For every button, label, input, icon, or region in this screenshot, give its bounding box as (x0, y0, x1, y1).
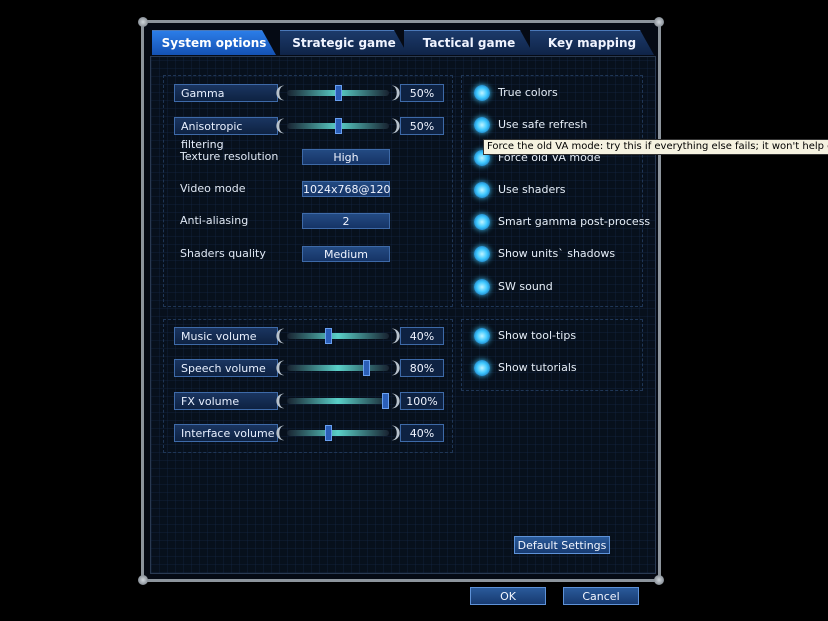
speech-volume-slider[interactable]: ❨ ❩ (273, 359, 403, 377)
sw-sound-checkbox[interactable] (474, 279, 490, 295)
gamma-value: 50% (400, 84, 444, 102)
true-colors-checkbox[interactable] (474, 85, 490, 101)
tab-system-options[interactable]: System options (152, 30, 276, 55)
slider-track (287, 365, 389, 371)
anisotropic-value: 50% (400, 117, 444, 135)
slider-track (287, 430, 389, 436)
slider-left-cap-icon: ❨ (273, 358, 287, 377)
slider-thumb[interactable] (382, 393, 389, 409)
interface-volume-slider[interactable]: ❨ ❩ (273, 424, 403, 442)
unit-shadows-checkbox[interactable] (474, 246, 490, 262)
slider-track (287, 398, 389, 404)
sw-sound-label: SW sound (498, 280, 553, 293)
music-volume-label: Music volume (174, 327, 278, 345)
texture-resolution-label: Texture resolution (180, 150, 279, 163)
shaders-quality-select[interactable]: Medium (302, 246, 390, 262)
cancel-button[interactable]: Cancel (563, 587, 639, 605)
frame-rivet-icon (138, 17, 148, 27)
show-tutorials-label: Show tutorials (498, 361, 577, 374)
slider-thumb[interactable] (325, 328, 332, 344)
shaders-quality-label: Shaders quality (180, 247, 266, 260)
music-volume-slider[interactable]: ❨ ❩ (273, 327, 403, 345)
gamma-label: Gamma (174, 84, 278, 102)
unit-shadows-label: Show units` shadows (498, 247, 616, 260)
speech-volume-value: 80% (400, 359, 444, 377)
tab-bar: System options Strategic game Tactical g… (150, 30, 656, 54)
slider-left-cap-icon: ❨ (273, 326, 287, 345)
slider-track (287, 333, 389, 339)
frame-rivet-icon (654, 575, 664, 585)
slider-left-cap-icon: ❨ (273, 116, 287, 135)
slider-thumb[interactable] (334, 118, 342, 134)
show-tooltips-checkbox[interactable] (474, 328, 490, 344)
show-tutorials-checkbox[interactable] (474, 360, 490, 376)
slider-left-cap-icon: ❨ (273, 83, 287, 102)
use-shaders-checkbox[interactable] (474, 182, 490, 198)
safe-refresh-checkbox[interactable] (474, 117, 490, 133)
fx-volume-slider[interactable]: ❨ ❩ (273, 392, 403, 410)
speech-volume-label: Speech volume (174, 359, 278, 377)
ok-button[interactable]: OK (470, 587, 546, 605)
anisotropic-label: Anisotropic filtering (174, 117, 278, 151)
use-shaders-label: Use shaders (498, 183, 566, 196)
slider-thumb[interactable] (363, 360, 370, 376)
frame-rivet-icon (138, 575, 148, 585)
slider-thumb[interactable] (325, 425, 332, 441)
fx-volume-label: FX volume (174, 392, 278, 410)
tab-tactical-game[interactable]: Tactical game (404, 30, 534, 55)
safe-refresh-label: Use safe refresh (498, 118, 588, 131)
music-volume-value: 40% (400, 327, 444, 345)
anti-aliasing-select[interactable]: 2 (302, 213, 390, 229)
texture-resolution-select[interactable]: High (302, 149, 390, 165)
interface-volume-label: Interface volume (174, 424, 278, 442)
show-tooltips-label: Show tool-tips (498, 329, 577, 342)
frame-rivet-icon (654, 17, 664, 27)
fx-volume-value: 100% (400, 392, 444, 410)
default-settings-button[interactable]: Default Settings (514, 536, 610, 554)
gamma-slider[interactable]: ❨ ❩ (273, 84, 403, 102)
slider-left-cap-icon: ❨ (273, 391, 287, 410)
smart-gamma-checkbox[interactable] (474, 214, 490, 230)
anisotropic-slider[interactable]: ❨ ❩ (273, 117, 403, 135)
video-mode-select[interactable]: 1024x768@120 (302, 181, 391, 197)
video-mode-label: Video mode (180, 182, 246, 195)
smart-gamma-label: Smart gamma post-process (498, 215, 651, 228)
tab-key-mapping[interactable]: Key mapping (530, 30, 654, 55)
interface-volume-value: 40% (400, 424, 444, 442)
tab-strategic-game[interactable]: Strategic game (280, 30, 408, 55)
tooltip: Force the old VA mode: try this if every… (483, 139, 828, 155)
anti-aliasing-label: Anti-aliasing (180, 214, 249, 227)
true-colors-label: True colors (498, 86, 558, 99)
slider-thumb[interactable] (334, 85, 342, 101)
slider-left-cap-icon: ❨ (273, 423, 287, 442)
